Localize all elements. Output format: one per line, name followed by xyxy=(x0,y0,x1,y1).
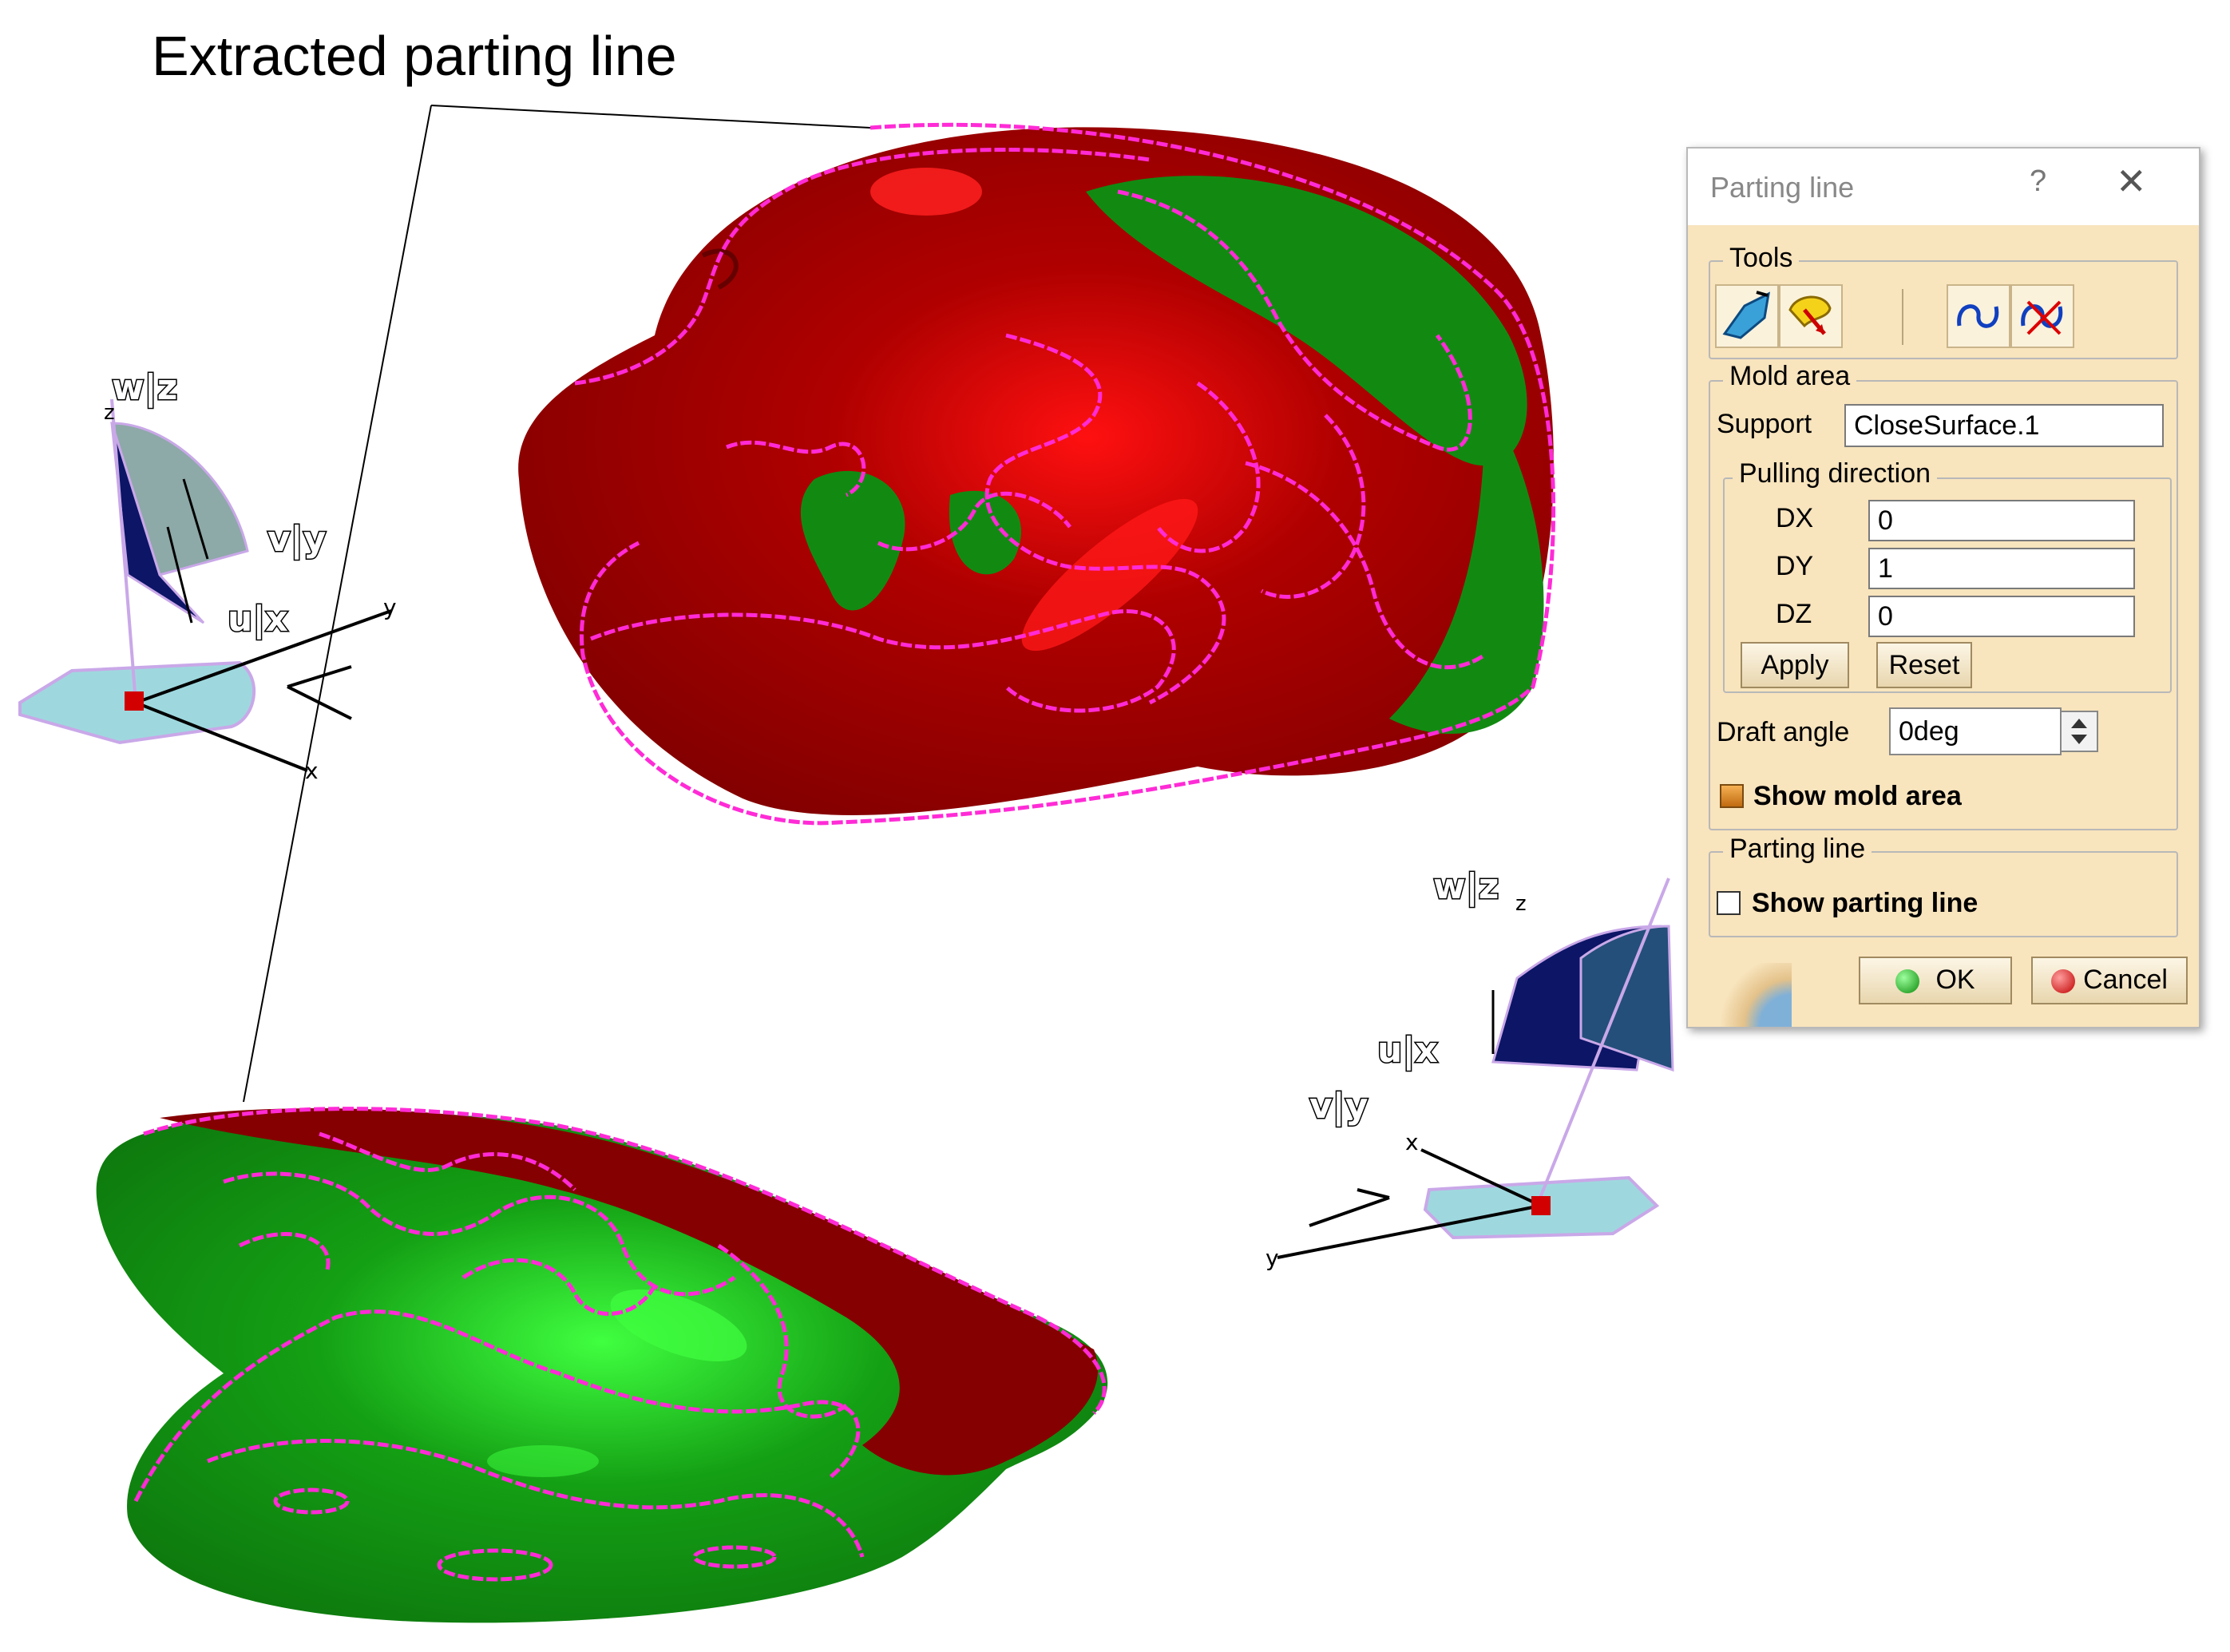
cut-curve-icon[interactable] xyxy=(2010,284,2074,348)
compass-w-label: w|z xyxy=(112,367,177,408)
ok-label: OK xyxy=(1935,965,1975,995)
mold-part-top xyxy=(518,127,1554,815)
catia-logo-decoration xyxy=(1688,963,1792,1027)
show-mold-area-checkbox[interactable] xyxy=(1720,784,1744,808)
help-icon[interactable]: ? xyxy=(2030,164,2046,199)
draft-angle-label: Draft angle xyxy=(1717,717,1850,747)
compass-bottom-y-axis-label: y xyxy=(1266,1245,1279,1271)
support-label: Support xyxy=(1717,409,1812,439)
dz-label: DZ xyxy=(1776,599,1812,629)
show-parting-line-label: Show parting line xyxy=(1752,888,1978,918)
mold-area-legend: Mold area xyxy=(1723,361,1857,392)
toolbar-separator xyxy=(1902,289,1903,345)
draft-angle-spinner[interactable] xyxy=(2060,711,2098,752)
show-parting-line-checkbox[interactable] xyxy=(1717,891,1741,915)
dx-field[interactable]: 0 xyxy=(1868,500,2135,541)
dz-field[interactable]: 0 xyxy=(1868,596,2135,637)
apply-button[interactable]: Apply xyxy=(1741,642,1849,688)
compass-bottom-x-axis-label: x xyxy=(1405,1129,1419,1155)
ok-button[interactable]: OK xyxy=(1859,957,2012,1004)
compass-bottom-w-label: w|z xyxy=(1433,866,1499,907)
compass-u-label: u|x xyxy=(228,599,288,640)
dialog-title: Parting line xyxy=(1710,171,1855,204)
mold-part-bottom xyxy=(96,1108,1108,1623)
surface-tool-icon[interactable] xyxy=(1715,284,1779,348)
compass-z-axis-label: z xyxy=(104,401,115,425)
curve-icon[interactable] xyxy=(1947,284,2010,348)
compass-bottom-u-label: u|x xyxy=(1377,1030,1438,1071)
compass-bottom-z-axis-label: z xyxy=(1515,892,1527,916)
compass-widget-bottom[interactable]: w|z v|y u|x z y x xyxy=(1266,866,1674,1271)
cancel-label: Cancel xyxy=(2083,965,2168,995)
compass-x-axis-label: x xyxy=(305,758,319,784)
dx-label: DX xyxy=(1776,503,1814,533)
reset-button[interactable]: Reset xyxy=(1876,642,1972,688)
compass-bottom-v-label: v|y xyxy=(1309,1086,1368,1127)
compass-widget-top[interactable]: w|z v|y u|x z y x xyxy=(18,366,397,784)
cancel-icon xyxy=(2051,969,2076,994)
cancel-button[interactable]: Cancel xyxy=(2031,957,2188,1004)
ok-icon xyxy=(1895,969,1920,994)
parting-line-legend: Parting line xyxy=(1723,834,1872,865)
parting-line-dialog: Parting line ? ✕ Tools Mold area Support… xyxy=(1686,147,2200,1028)
draft-angle-field[interactable]: 0deg xyxy=(1889,707,2062,755)
dialog-titlebar[interactable]: Parting line ? ✕ xyxy=(1688,149,2199,225)
support-field[interactable]: CloseSurface.1 xyxy=(1844,404,2164,447)
tools-legend: Tools xyxy=(1723,243,1800,274)
dy-field[interactable]: 1 xyxy=(1868,548,2135,589)
leader-line-top xyxy=(430,105,871,129)
close-icon[interactable]: ✕ xyxy=(2116,160,2147,203)
compass-y-axis-label: y xyxy=(383,594,397,620)
compass-v-label: v|y xyxy=(267,519,326,560)
pulling-direction-legend: Pulling direction xyxy=(1733,458,1938,489)
show-mold-area-label: Show mold area xyxy=(1753,781,1962,811)
dy-label: DY xyxy=(1776,551,1814,581)
pulling-direction-icon[interactable] xyxy=(1779,284,1843,348)
